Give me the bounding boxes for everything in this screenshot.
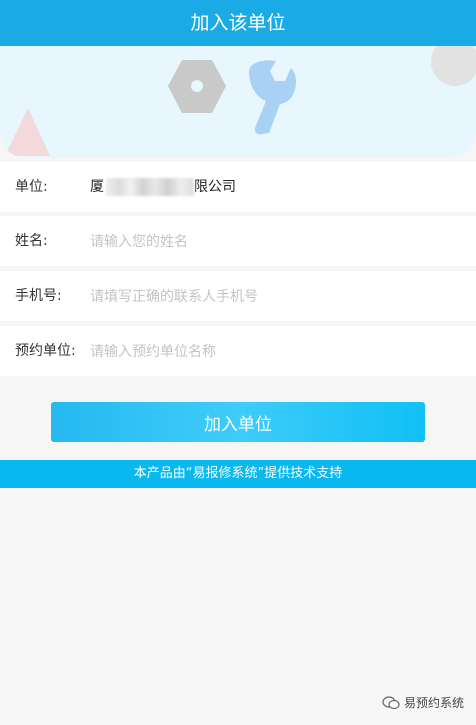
header-bar: 加入该单位 [0,0,476,46]
name-row: 姓名: [0,216,476,266]
name-label: 姓名: [15,233,48,249]
wrench-icon [249,60,296,135]
booking-unit-row: 预约单位: [0,326,476,376]
watermark: 易预约系统 [382,694,464,711]
circle-decoration [431,46,476,86]
join-unit-button[interactable]: 加入单位 [51,402,425,442]
phone-label: 手机号: [15,288,62,304]
unit-label: 单位: [15,179,48,195]
page-title: 加入该单位 [190,12,286,34]
watermark-text: 易预约系统 [403,696,464,710]
booking-unit-input[interactable] [88,336,462,368]
support-footer: 本产品由“易报修系统”提供技术支持 [0,460,476,488]
banner [0,46,476,158]
unit-row: 单位: 厦 限公司 [0,162,476,212]
support-text: 本产品由“易报修系统”提供技术支持 [133,466,343,481]
wechat-bubble-icon [382,695,400,709]
banner-illustration [5,46,476,156]
booking-unit-label: 预约单位: [15,343,76,359]
phone-input[interactable] [88,281,462,313]
page: 加入该单位 单位: 厦 限公司 姓名: 手机号: 预约单位: [0,0,476,725]
phone-row: 手机号: [0,271,476,321]
unit-value: 厦 限公司 [90,162,236,212]
unit-value-suffix: 限公司 [194,179,236,195]
unit-value-prefix: 厦 [90,179,104,195]
hexagon-nut-icon [168,60,226,113]
name-input[interactable] [88,226,462,258]
triangle-decoration [5,108,50,156]
redacted-text [106,178,194,196]
